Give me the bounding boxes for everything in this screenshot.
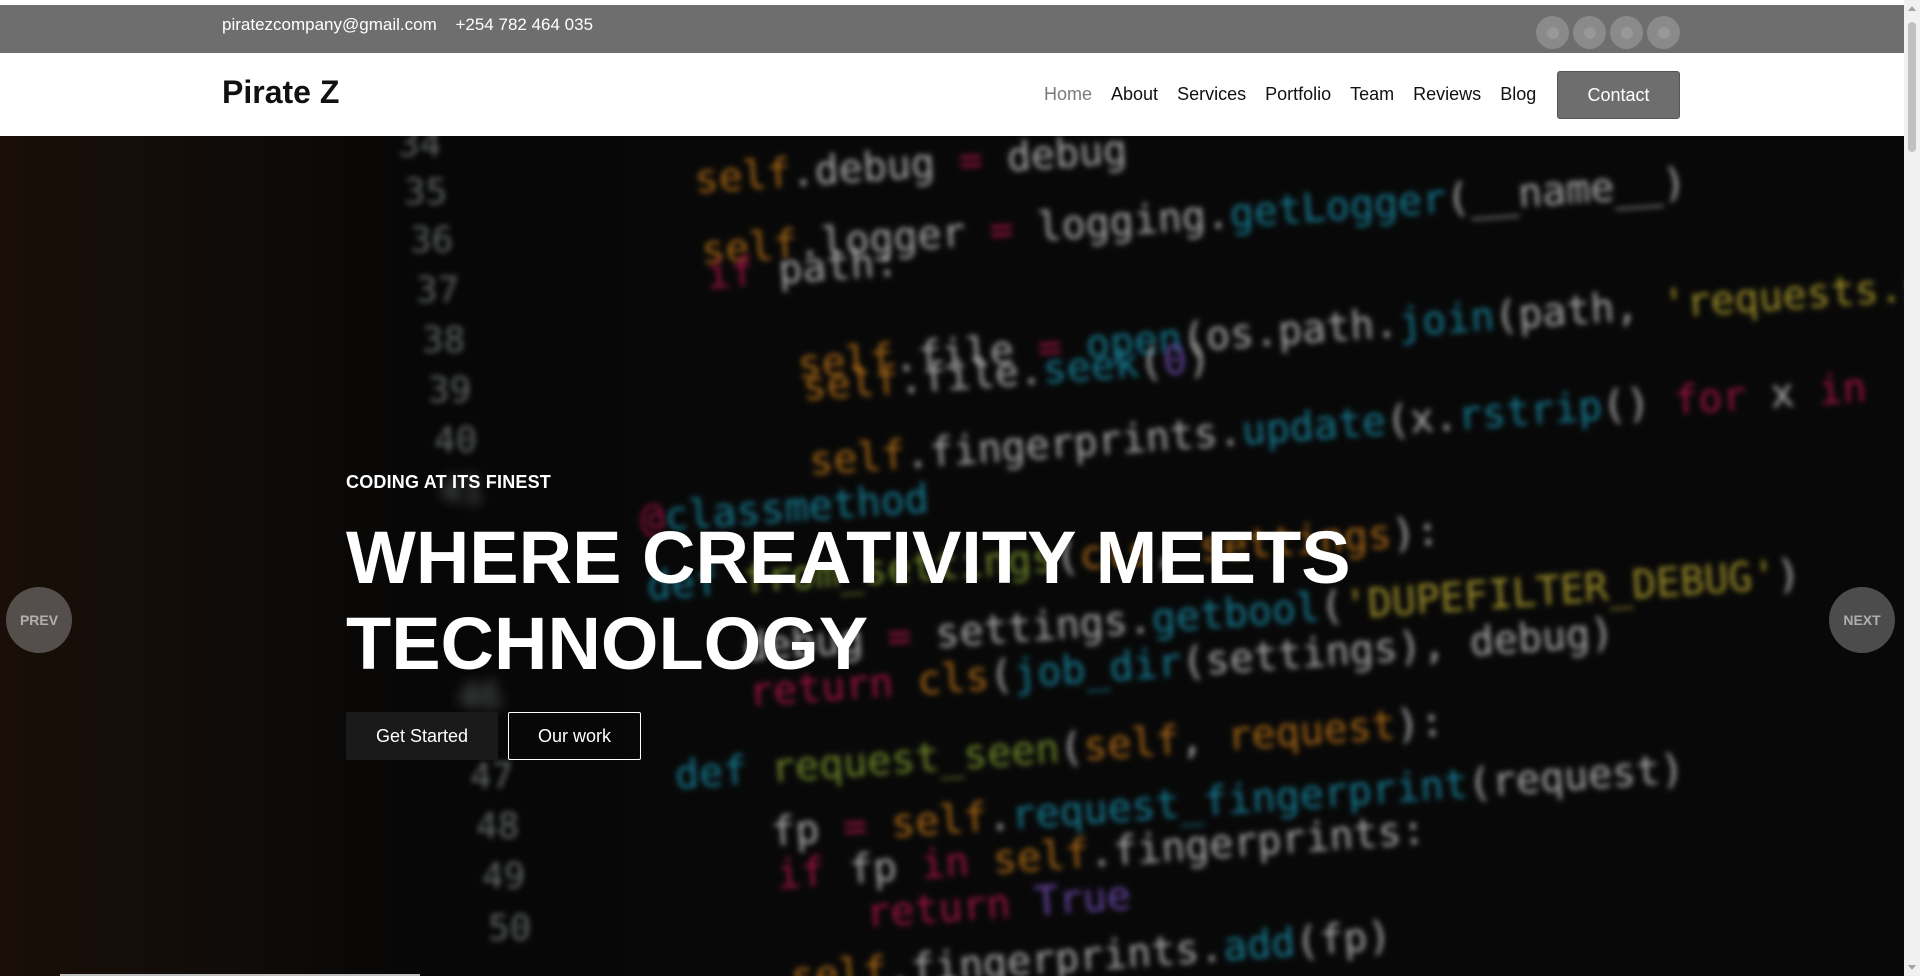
- topbar-contact: piratezcompany@gmail.com +254 782 464 03…: [222, 15, 607, 35]
- nav-item-team[interactable]: Team: [1350, 84, 1394, 105]
- facebook-icon[interactable]: [1573, 16, 1606, 49]
- twitter-icon[interactable]: [1536, 16, 1569, 49]
- nav-item-portfolio[interactable]: Portfolio: [1265, 84, 1331, 105]
- nav-item-blog[interactable]: Blog: [1500, 84, 1536, 105]
- page-scrollbar[interactable]: [1904, 0, 1920, 976]
- linkedin-icon[interactable]: [1647, 16, 1680, 49]
- contact-button[interactable]: Contact: [1557, 71, 1680, 119]
- email-link[interactable]: piratezcompany@gmail.com: [222, 15, 437, 34]
- our-work-button[interactable]: Our work: [508, 712, 641, 760]
- hero-eyebrow: CODING AT ITS FINEST: [346, 472, 551, 492]
- social-links: [1536, 16, 1680, 49]
- nav-item-services[interactable]: Services: [1177, 84, 1246, 105]
- site-logo[interactable]: Pirate Z: [222, 74, 339, 111]
- carousel-prev-button[interactable]: PREV: [6, 587, 72, 653]
- nav-item-about[interactable]: About: [1111, 84, 1158, 105]
- main-nav: Home About Services Portfolio Team Revie…: [1044, 53, 1555, 136]
- get-started-button[interactable]: Get Started: [346, 712, 498, 760]
- phone-link[interactable]: +254 782 464 035: [455, 15, 593, 34]
- hero-content: CODING AT ITS FINEST WHERE CREATIVITY ME…: [346, 472, 1366, 760]
- nav-item-reviews[interactable]: Reviews: [1413, 84, 1481, 105]
- scroll-down-arrow-icon[interactable]: [1908, 965, 1916, 970]
- instagram-icon[interactable]: [1610, 16, 1643, 49]
- scroll-up-arrow-icon[interactable]: [1908, 6, 1916, 11]
- carousel-next-button[interactable]: NEXT: [1829, 587, 1895, 653]
- page-viewport: piratezcompany@gmail.com +254 782 464 03…: [0, 0, 1904, 976]
- hero-actions: Get Started Our work: [346, 712, 641, 760]
- top-bar: piratezcompany@gmail.com +254 782 464 03…: [0, 5, 1904, 53]
- hero-carousel: 34 35 36 37 38 39 40 41 46 47 48 49 50 s…: [0, 136, 1904, 976]
- site-header: Pirate Z Home About Services Portfolio T…: [0, 53, 1904, 136]
- hero-headline: WHERE CREATIVITY MEETS TECHNOLOGY: [346, 516, 1351, 685]
- nav-item-home[interactable]: Home: [1044, 84, 1092, 105]
- scroll-thumb[interactable]: [1908, 22, 1916, 152]
